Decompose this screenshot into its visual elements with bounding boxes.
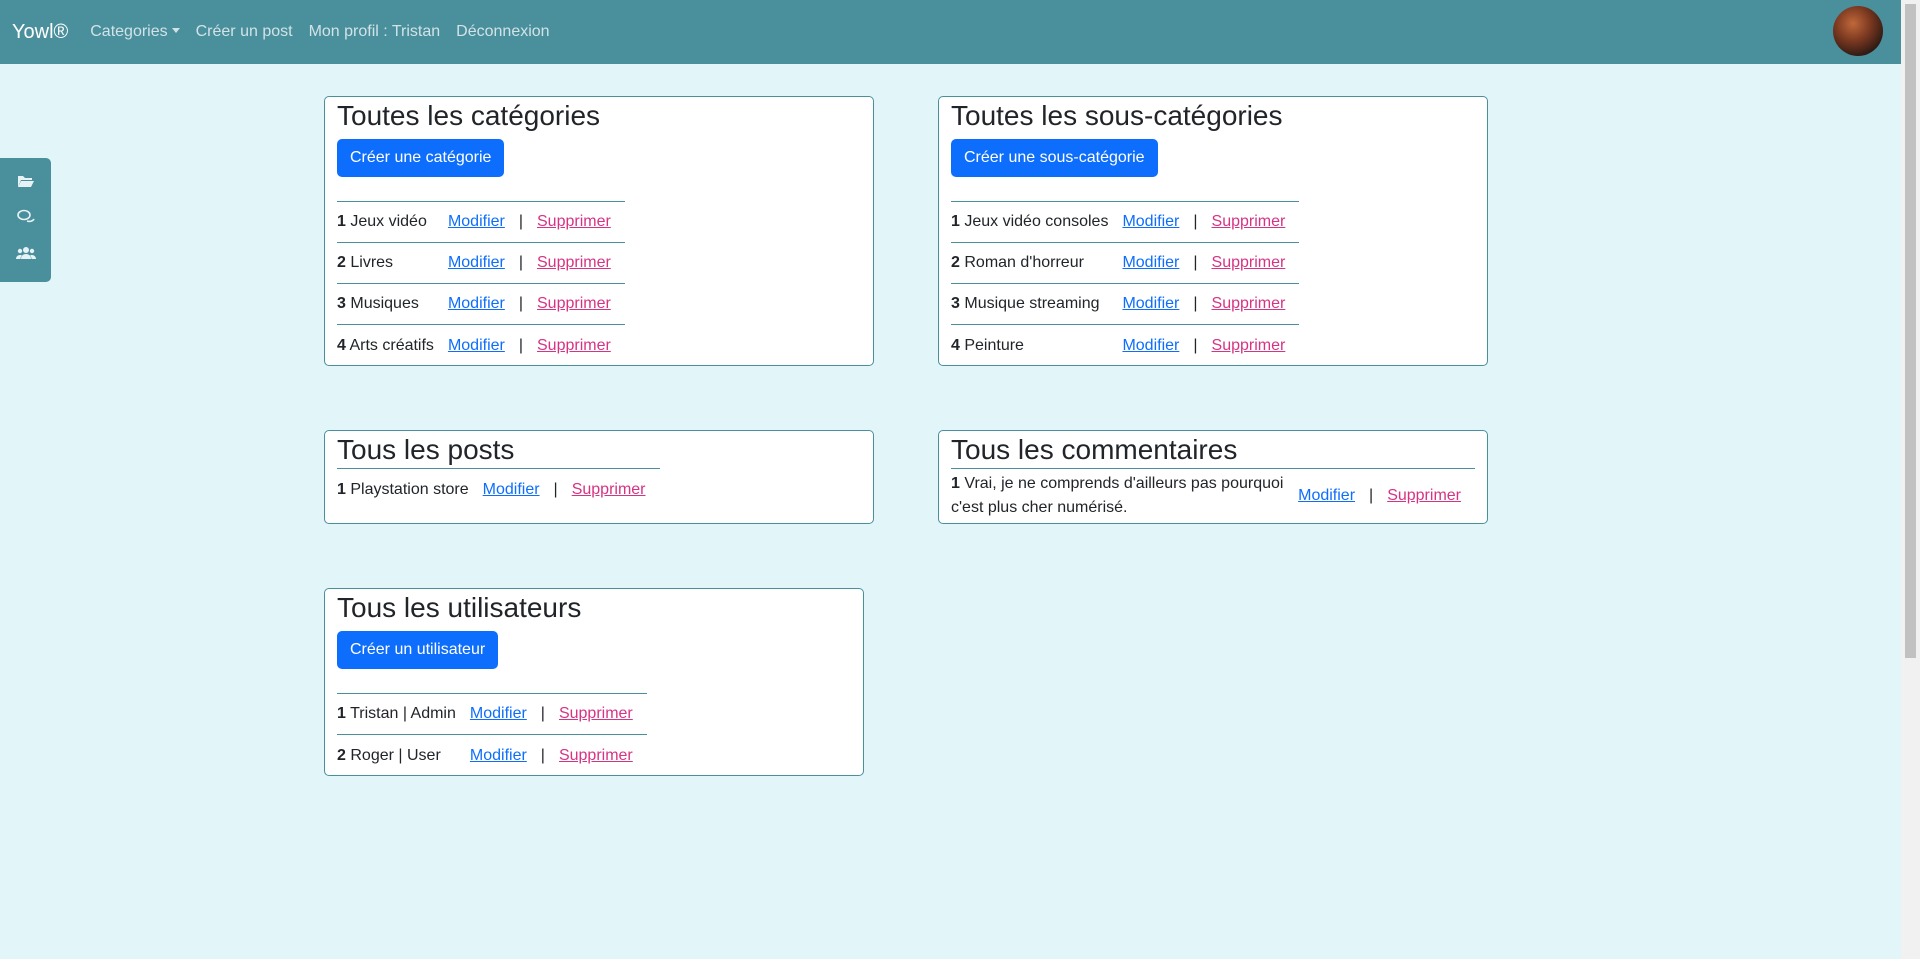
nav-create-post[interactable]: Créer un post xyxy=(196,23,293,41)
side-menu xyxy=(0,158,51,282)
create-subcategory-button[interactable]: Créer une sous-catégorie xyxy=(951,139,1158,177)
list-item: 2 Roger | User Modifier | Supprimer xyxy=(337,746,633,764)
edit-link[interactable]: Modifier xyxy=(448,295,505,312)
folder-open-icon[interactable] xyxy=(17,173,35,195)
posts-panel: Tous les posts 1 Playstation store Modif… xyxy=(324,430,874,524)
posts-title: Tous les posts xyxy=(337,434,515,465)
scrollbar-thumb[interactable] xyxy=(1905,4,1916,658)
list-item: 3 Musiques Modifier | Supprimer xyxy=(337,284,625,325)
users-title: Tous les utilisateurs xyxy=(337,592,582,623)
list-item: 2 Roman d'horreur Modifier | Supprimer xyxy=(951,243,1300,284)
edit-link[interactable]: Modifier xyxy=(1122,337,1179,354)
users-panel: Tous les utilisateurs Créer un utilisate… xyxy=(324,588,864,776)
delete-link[interactable]: Supprimer xyxy=(559,747,633,764)
categories-panel: Toutes les catégories Créer une catégori… xyxy=(324,96,874,366)
delete-link[interactable]: Supprimer xyxy=(537,295,611,312)
brand-logo[interactable]: Yowl® xyxy=(12,21,68,44)
categories-title: Toutes les catégories xyxy=(337,100,601,131)
list-item: 4 Arts créatifs Modifier | Supprimer xyxy=(337,336,611,354)
comments-panel: Tous les commentaires 1 Vrai, je ne comp… xyxy=(938,430,1488,524)
list-item: 4 Peinture Modifier | Supprimer xyxy=(951,336,1286,354)
comments-list: 1 Vrai, je ne comprends d'ailleurs pas p… xyxy=(951,468,1475,523)
delete-link[interactable]: Supprimer xyxy=(1212,337,1286,354)
edit-link[interactable]: Modifier xyxy=(448,337,505,354)
delete-link[interactable]: Supprimer xyxy=(537,213,611,230)
edit-link[interactable]: Modifier xyxy=(1122,295,1179,312)
users-icon[interactable] xyxy=(15,245,36,267)
page-scrollbar[interactable] xyxy=(1901,0,1920,959)
delete-link[interactable]: Supprimer xyxy=(1212,213,1286,230)
users-list: 1 Tristan | Admin Modifier | Supprimer 2… xyxy=(337,693,647,776)
comments-title: Tous les commentaires xyxy=(951,434,1238,465)
categories-list: 1 Jeux vidéo Modifier | Supprimer 2 Livr… xyxy=(337,201,625,366)
list-item: 1 Playstation store Modifier | Supprimer xyxy=(337,480,646,498)
edit-link[interactable]: Modifier xyxy=(470,747,527,764)
delete-link[interactable]: Supprimer xyxy=(572,481,646,498)
list-item: 2 Livres Modifier | Supprimer xyxy=(337,243,625,284)
subcategories-title: Toutes les sous-catégories xyxy=(951,100,1283,131)
list-item: 1 Tristan | Admin Modifier | Supprimer xyxy=(337,694,647,735)
delete-link[interactable]: Supprimer xyxy=(1387,487,1461,505)
edit-link[interactable]: Modifier xyxy=(1122,213,1179,230)
edit-link[interactable]: Modifier xyxy=(448,254,505,271)
edit-link[interactable]: Modifier xyxy=(1298,487,1355,505)
posts-list: 1 Playstation store Modifier | Supprimer xyxy=(337,468,660,510)
delete-link[interactable]: Supprimer xyxy=(559,705,633,722)
list-item: 1 Vrai, je ne comprends d'ailleurs pas p… xyxy=(951,475,1461,516)
edit-link[interactable]: Modifier xyxy=(470,705,527,722)
top-navbar: Yowl® Categories Créer un post Mon profi… xyxy=(0,0,1901,64)
subcategories-list: 1 Jeux vidéo consoles Modifier | Supprim… xyxy=(951,201,1300,366)
delete-link[interactable]: Supprimer xyxy=(1212,295,1286,312)
edit-link[interactable]: Modifier xyxy=(448,213,505,230)
create-category-button[interactable]: Créer une catégorie xyxy=(337,139,505,177)
list-item: 1 Jeux vidéo Modifier | Supprimer xyxy=(337,202,625,243)
nav-my-profile[interactable]: Mon profil : Tristan xyxy=(309,23,441,41)
delete-link[interactable]: Supprimer xyxy=(537,337,611,354)
nav-categories-dropdown[interactable]: Categories xyxy=(90,23,179,41)
edit-link[interactable]: Modifier xyxy=(483,481,540,498)
nav-logout[interactable]: Déconnexion xyxy=(456,23,549,41)
user-avatar[interactable] xyxy=(1833,6,1883,56)
comments-icon[interactable] xyxy=(16,209,35,231)
delete-link[interactable]: Supprimer xyxy=(1212,254,1286,271)
list-item: 3 Musique streaming Modifier | Supprimer xyxy=(951,284,1300,325)
delete-link[interactable]: Supprimer xyxy=(537,254,611,271)
subcategories-panel: Toutes les sous-catégories Créer une sou… xyxy=(938,96,1488,366)
list-item: 1 Jeux vidéo consoles Modifier | Supprim… xyxy=(951,202,1300,243)
edit-link[interactable]: Modifier xyxy=(1122,254,1179,271)
create-user-button[interactable]: Créer un utilisateur xyxy=(337,631,499,669)
